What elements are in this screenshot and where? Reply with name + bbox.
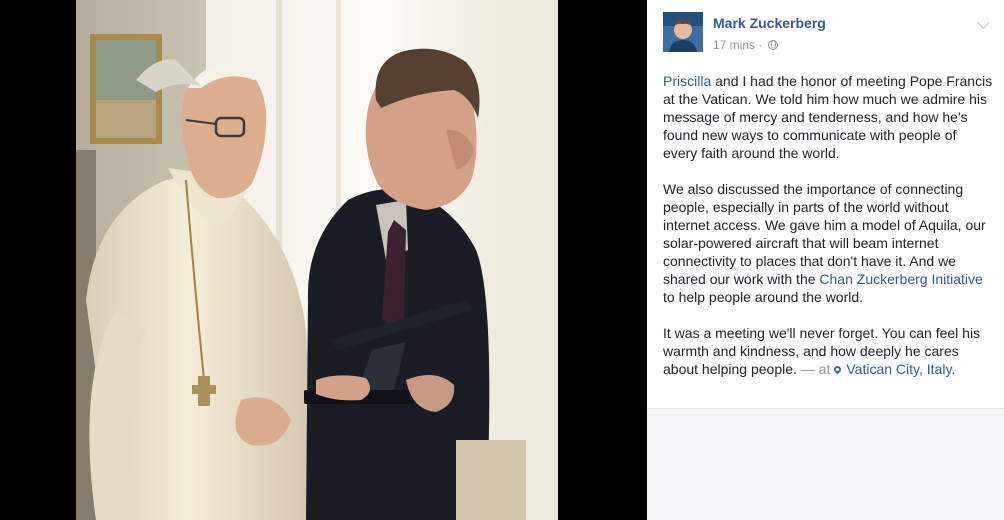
post-paragraph-3: It was a meeting we'll never forget. You… [663, 324, 993, 378]
post-paragraph-1: Priscilla and I had the honor of meeting… [663, 72, 993, 162]
photo-image [76, 0, 558, 520]
map-pin-icon [832, 364, 843, 375]
mention-link[interactable]: Priscilla [663, 73, 711, 89]
post-sidebar: Mark Zuckerberg 17 mins · Priscilla and … [647, 0, 1004, 520]
avatar[interactable] [663, 12, 703, 52]
initiative-link[interactable]: Chan Zuckerberg Initiative [819, 271, 982, 287]
at-label: — at [796, 361, 831, 377]
chevron-down-icon[interactable] [977, 16, 990, 29]
timestamp[interactable]: 17 mins [713, 38, 755, 52]
post-photo[interactable] [76, 0, 558, 520]
globe-icon[interactable] [767, 39, 778, 50]
post-footer-area [647, 409, 1004, 520]
meta-separator: · [758, 37, 763, 52]
post-meta: 17 mins · [713, 37, 778, 52]
post-paragraph-2: We also discussed the importance of conn… [663, 180, 993, 306]
paragraph-text: and I had the honor of meeting Pope Fran… [663, 73, 993, 161]
photo-stage [0, 0, 647, 520]
post-text: Priscilla and I had the honor of meeting… [663, 72, 993, 396]
author-name[interactable]: Mark Zuckerberg [713, 15, 826, 31]
avatar-image [663, 12, 703, 52]
photo-viewer: Mark Zuckerberg 17 mins · Priscilla and … [0, 0, 1004, 520]
paragraph-text: to help people around the world. [663, 289, 864, 305]
location-link[interactable]: Vatican City, Italy. [846, 361, 955, 377]
post-header: Mark Zuckerberg 17 mins · [663, 12, 994, 54]
